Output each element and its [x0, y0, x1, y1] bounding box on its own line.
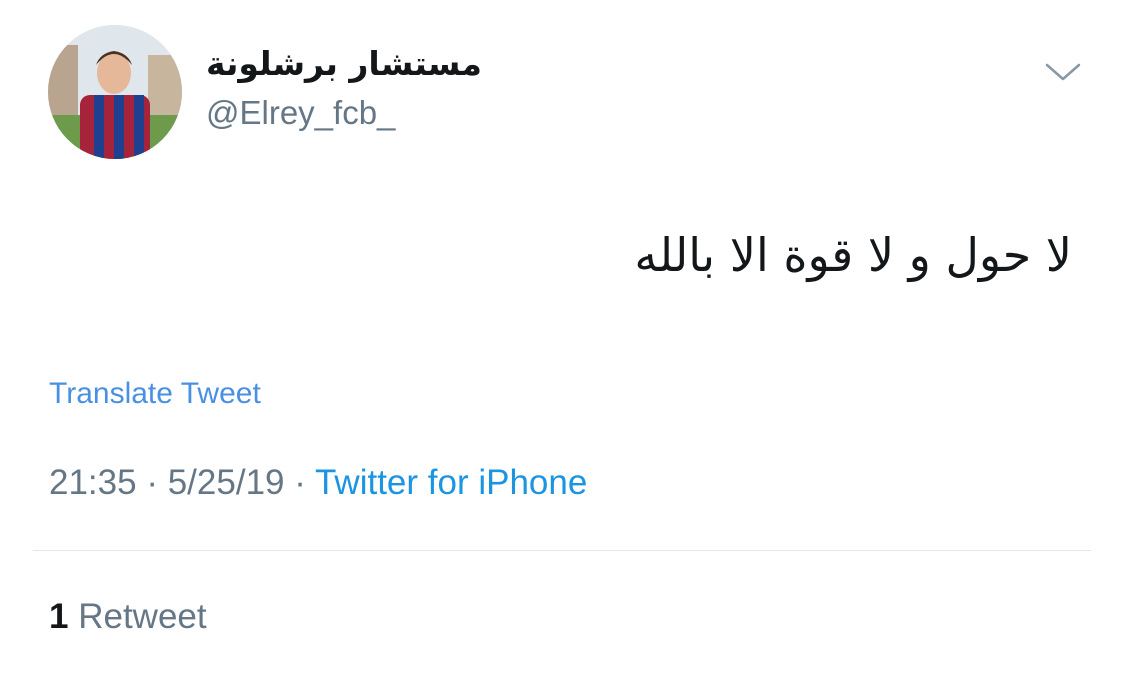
tweet-metadata: 21:35 · 5/25/19 · Twitter for iPhone	[49, 463, 587, 503]
translate-tweet-link[interactable]: Translate Tweet	[49, 377, 261, 411]
avatar[interactable]	[48, 25, 182, 159]
display-name[interactable]: مستشار برشلونة	[206, 44, 482, 83]
meta-separator: ·	[294, 463, 306, 502]
tweet-source-link[interactable]: Twitter for iPhone	[315, 463, 587, 502]
chevron-down-icon[interactable]	[1043, 57, 1083, 87]
divider	[33, 550, 1091, 551]
retweet-count-link[interactable]: 1 Retweet	[49, 597, 207, 637]
user-handle[interactable]: @Elrey_fcb_	[206, 94, 395, 132]
retweet-count: 1	[49, 597, 69, 636]
avatar-image	[48, 25, 182, 159]
tweet-text: لا حول و لا قوة الا بالله	[634, 228, 1072, 282]
meta-separator: ·	[146, 463, 158, 502]
retweet-label: Retweet	[78, 597, 207, 636]
tweet-date: 5/25/19	[167, 463, 285, 502]
tweet-time: 21:35	[49, 463, 137, 502]
